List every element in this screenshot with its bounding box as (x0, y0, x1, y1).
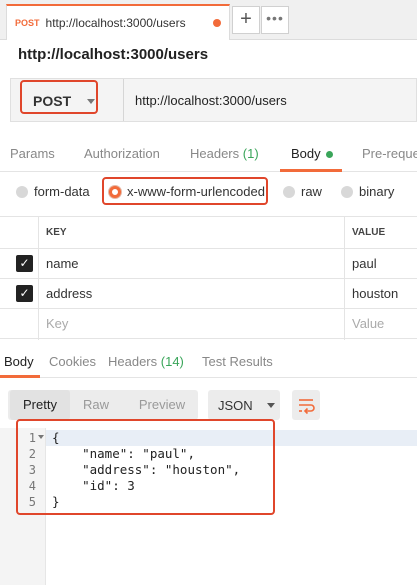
table-row: ✓ address houston (0, 279, 417, 309)
table-row-new: Key Value (0, 309, 417, 339)
tab-body-label: Body (291, 146, 321, 161)
kv-table: KEY VALUE ✓ name paul ✓ address houston … (0, 216, 417, 340)
unsaved-dot-icon (213, 19, 221, 27)
row-key-cell[interactable]: name (46, 256, 79, 271)
new-tab-button[interactable]: + (232, 6, 260, 34)
preview-button[interactable]: Preview (130, 390, 194, 420)
tab-headers[interactable]: Headers (1) (190, 146, 259, 161)
pretty-button[interactable]: Pretty (10, 390, 70, 420)
radio-raw[interactable]: raw (283, 184, 322, 199)
row-value-cell[interactable]: houston (352, 286, 398, 301)
active-tab-underline (280, 169, 342, 172)
urlencoded-highlight-box (102, 177, 268, 205)
row-key-cell[interactable]: address (46, 286, 92, 301)
response-tabs: Body Cookies Headers (14) Test Results (0, 346, 417, 378)
active-response-tab-underline (0, 375, 40, 378)
row-checkbox[interactable]: ✓ (16, 285, 33, 302)
request-tab-url: http://localhost:3000/users (45, 16, 186, 30)
row-value-cell[interactable]: paul (352, 256, 377, 271)
tab-body[interactable]: Body (291, 146, 333, 161)
raw-button[interactable]: Raw (74, 390, 118, 420)
method-highlight-box (20, 80, 98, 114)
table-row: ✓ name paul (0, 249, 417, 279)
radio-form-data-circle (16, 185, 28, 198)
wrap-lines-button[interactable] (292, 390, 320, 420)
response-tab-body[interactable]: Body (4, 354, 34, 369)
url-input[interactable]: http://localhost:3000/users (135, 93, 287, 108)
radio-binary[interactable]: binary (341, 184, 394, 199)
kv-table-header: KEY VALUE (0, 217, 417, 249)
response-tab-test-results[interactable]: Test Results (202, 354, 273, 369)
kv-header-key: KEY (46, 227, 67, 238)
kv-column-divider (344, 217, 345, 340)
more-tabs-button[interactable]: ••• (261, 6, 289, 34)
chevron-down-icon (266, 402, 275, 408)
response-highlight-box (16, 419, 275, 515)
radio-binary-label: binary (359, 184, 395, 199)
radio-form-data[interactable]: form-data (16, 184, 90, 199)
request-tab[interactable]: POST http://localhost:3000/users (6, 4, 230, 40)
body-active-dot-icon (325, 151, 333, 159)
new-value-input[interactable]: Value (352, 316, 384, 331)
view-mode-segment: Pretty Raw Preview (8, 390, 198, 420)
response-tab-headers-label: Headers (108, 354, 158, 369)
tab-authorization[interactable]: Authorization (84, 146, 160, 161)
response-tab-cookies[interactable]: Cookies (49, 354, 96, 369)
kv-header-value: VALUE (352, 227, 386, 238)
kv-column-divider (38, 217, 39, 340)
format-select-value: JSON (218, 397, 253, 413)
radio-raw-label: raw (301, 184, 322, 199)
wrap-lines-icon (299, 399, 315, 415)
new-key-input[interactable]: Key (46, 316, 68, 331)
tab-params[interactable]: Params (10, 146, 55, 161)
format-select[interactable]: JSON (208, 390, 280, 420)
url-divider (123, 79, 124, 121)
tab-headers-label: Headers (190, 146, 240, 161)
response-tab-headers[interactable]: Headers (14) (108, 354, 184, 369)
tab-strip: POST http://localhost:3000/users + ••• (0, 0, 417, 40)
row-checkbox[interactable]: ✓ (16, 255, 33, 272)
request-tabs: Params Authorization Headers (1) Body Pr… (0, 136, 417, 172)
radio-binary-circle (341, 185, 353, 198)
tab-pre-request[interactable]: Pre-reque (362, 146, 417, 161)
response-tab-headers-count: (14) (160, 354, 184, 369)
request-title: http://localhost:3000/users (18, 46, 209, 63)
tab-headers-count: (1) (242, 146, 259, 161)
radio-raw-circle (283, 185, 295, 198)
request-tab-method: POST (15, 18, 40, 28)
radio-form-data-label: form-data (34, 184, 90, 199)
